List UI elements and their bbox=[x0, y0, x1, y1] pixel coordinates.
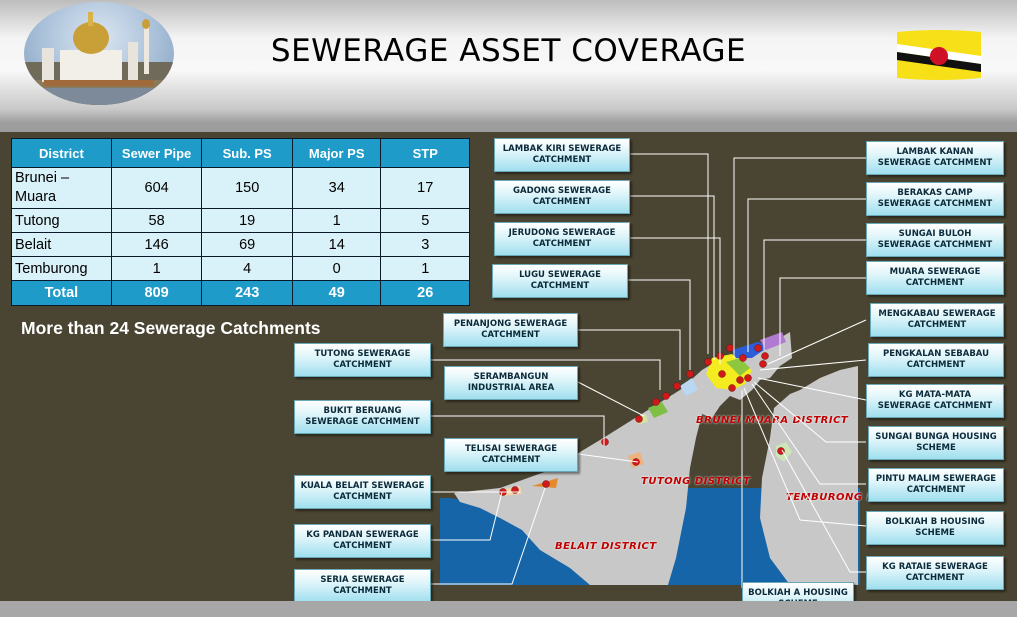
stp-cell: 1 bbox=[380, 256, 470, 281]
footer-bar bbox=[0, 601, 1017, 617]
callout-jerudong: JERUDONG SEWERAGE CATCHMENT bbox=[494, 222, 630, 256]
total-major-cell: 49 bbox=[291, 280, 382, 306]
callout-pintu-malim: PINTU MALIM SEWERAGE CATCHMENT bbox=[868, 468, 1004, 502]
callout-sungai-buloh: SUNGAI BULOH SEWERAGE CATCHMENT bbox=[866, 223, 1004, 257]
callout-gadong: GADONG SEWERAGE CATCHMENT bbox=[494, 180, 630, 214]
callout-kg-rataie: KG RATAIE SEWERAGE CATCHMENT bbox=[866, 556, 1004, 590]
callout-serambangun: SERAMBANGUN INDUSTRIAL AREA bbox=[444, 366, 578, 400]
callout-mengkabau: MENGKABAU SEWERAGE CATCHMENT bbox=[870, 303, 1004, 337]
callout-kg-mata-mata: KG MATA-MATA SEWERAGE CATCHMENT bbox=[866, 384, 1004, 418]
stp-cell: 17 bbox=[380, 167, 470, 209]
district-cell: Tutong bbox=[11, 208, 112, 233]
callout-lugu: LUGU SEWERAGE CATCHMENT bbox=[492, 264, 628, 298]
callout-bukit-beruang: BUKIT BERUANG SEWERAGE CATCHMENT bbox=[294, 400, 431, 434]
stp-cell: 3 bbox=[380, 232, 470, 257]
sewer-pipe-cell: 604 bbox=[110, 167, 203, 209]
district-cell: Belait bbox=[11, 232, 112, 257]
total-stp-cell: 26 bbox=[380, 280, 470, 306]
sewerage-asset-table: District Sewer Pipe Sub. PS Major PS STP… bbox=[11, 138, 470, 306]
sub-ps-cell: 19 bbox=[201, 208, 293, 233]
callout-penanjong: PENANJONG SEWERAGE CATCHMENT bbox=[443, 313, 578, 347]
callout-bolkiah-b: BOLKIAH B HOUSING SCHEME bbox=[866, 511, 1004, 545]
table-row: Brunei – Muara 604 150 34 17 bbox=[11, 167, 470, 209]
column-header: District bbox=[11, 138, 112, 168]
major-ps-cell: 34 bbox=[291, 167, 382, 209]
column-header: Sub. PS bbox=[201, 138, 293, 168]
major-ps-cell: 0 bbox=[291, 256, 382, 281]
callout-berakas-camp: BERAKAS CAMP SEWERAGE CATCHMENT bbox=[866, 182, 1004, 216]
sewer-pipe-cell: 1 bbox=[110, 256, 203, 281]
sub-ps-cell: 69 bbox=[201, 232, 293, 257]
district-label-tutong: TUTONG DISTRICT bbox=[641, 476, 751, 487]
total-label-cell: Total bbox=[11, 280, 112, 306]
district-label-brunei-muara: BRUNEI MUARA DISTRICT bbox=[696, 415, 849, 426]
column-header: STP bbox=[380, 138, 470, 168]
sewer-pipe-cell: 146 bbox=[110, 232, 203, 257]
table-total-row: Total 809 243 49 26 bbox=[11, 280, 470, 306]
table-row: Tutong 58 19 1 5 bbox=[11, 208, 470, 233]
total-pipe-cell: 809 bbox=[110, 280, 203, 306]
sub-ps-cell: 150 bbox=[201, 167, 293, 209]
table-row: Temburong 1 4 0 1 bbox=[11, 256, 470, 281]
callout-lambak-kanan: LAMBAK KANAN SEWERAGE CATCHMENT bbox=[866, 141, 1004, 175]
callout-tutong: TUTONG SEWERAGE CATCHMENT bbox=[294, 343, 431, 377]
table-row: Belait 146 69 14 3 bbox=[11, 232, 470, 257]
page-title: SEWERAGE ASSET COVERAGE bbox=[270, 33, 747, 69]
sewer-pipe-cell: 58 bbox=[110, 208, 203, 233]
table-header-row: District Sewer Pipe Sub. PS Major PS STP bbox=[11, 138, 470, 168]
callout-pengkalan-sebabau: PENGKALAN SEBABAU CATCHMENT bbox=[868, 343, 1004, 377]
callout-kuala-belait: KUALA BELAIT SEWERAGE CATCHMENT bbox=[294, 475, 431, 509]
callout-sungai-bunga: SUNGAI BUNGA HOUSING SCHEME bbox=[868, 426, 1004, 460]
brunei-flag-image bbox=[895, 28, 983, 82]
column-header: Sewer Pipe bbox=[110, 138, 203, 168]
district-cell: Brunei – Muara bbox=[11, 167, 112, 209]
sub-ps-cell: 4 bbox=[201, 256, 293, 281]
major-ps-cell: 1 bbox=[291, 208, 382, 233]
major-ps-cell: 14 bbox=[291, 232, 382, 257]
catchment-count-note: More than 24 Sewerage Catchments bbox=[21, 318, 321, 338]
total-sub-cell: 243 bbox=[201, 280, 293, 306]
callout-muara: MUARA SEWERAGE CATCHMENT bbox=[866, 261, 1004, 295]
callout-kg-pandan: KG PANDAN SEWERAGE CATCHMENT bbox=[294, 524, 431, 558]
district-label-belait: BELAIT DISTRICT bbox=[555, 541, 657, 552]
header-divider bbox=[0, 122, 1017, 132]
callout-telisai: TELISAI SEWERAGE CATCHMENT bbox=[444, 438, 578, 472]
stp-cell: 5 bbox=[380, 208, 470, 233]
callout-seria: SERIA SEWERAGE CATCHMENT bbox=[294, 569, 431, 603]
callout-lambak-kiri: LAMBAK KIRI SEWERAGE CATCHMENT bbox=[494, 138, 630, 172]
column-header: Major PS bbox=[291, 138, 382, 168]
district-cell: Temburong bbox=[11, 256, 112, 281]
